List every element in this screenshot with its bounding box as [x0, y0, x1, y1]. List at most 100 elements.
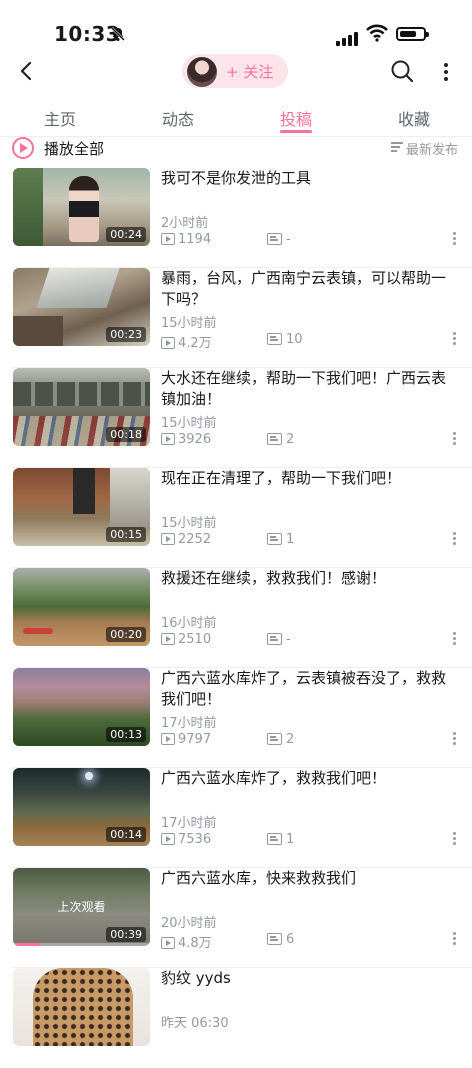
- video-time: 17小时前: [161, 816, 217, 831]
- video-duration: 00:14: [106, 827, 146, 842]
- danmaku-count-value: 2: [286, 432, 295, 447]
- video-time: 昨天 06:30: [161, 1016, 229, 1031]
- play-count: 7536: [161, 832, 211, 848]
- video-thumbnail[interactable]: 00:13: [13, 668, 150, 746]
- wifi-icon: [366, 24, 388, 42]
- video-item[interactable]: 00:20 救援还在继续，救救我们！感谢！ 16小时前 2510 -: [0, 568, 472, 668]
- video-thumbnail[interactable]: 00:14: [13, 768, 150, 846]
- video-duration: 00:18: [106, 427, 146, 442]
- tab-dynamics[interactable]: 动态: [162, 106, 194, 130]
- item-more-icon[interactable]: [451, 432, 457, 448]
- video-title[interactable]: 广西六蓝水库炸了，云表镇被吞没了，救救我们吧！: [161, 668, 455, 710]
- danmaku-count-value: -: [286, 232, 291, 247]
- play-count-icon: [161, 233, 175, 245]
- danmaku-icon: [267, 333, 282, 345]
- danmaku-count-value: 1: [286, 532, 295, 547]
- danmaku-count: 10: [267, 332, 303, 347]
- tab-home[interactable]: 主页: [44, 106, 76, 130]
- danmaku-count: 6: [267, 932, 294, 947]
- play-count-icon: [161, 937, 175, 949]
- video-duration: 00:23: [106, 327, 146, 342]
- video-thumbnail[interactable]: 上次观看 00:39: [13, 868, 150, 946]
- danmaku-icon: [267, 833, 282, 845]
- video-thumbnail[interactable]: 00:23: [13, 268, 150, 346]
- follow-label[interactable]: + 关注: [226, 61, 273, 82]
- play-count: 9797: [161, 732, 211, 748]
- danmaku-icon: [267, 933, 282, 945]
- more-options-icon[interactable]: [436, 60, 456, 84]
- video-title[interactable]: 豹纹 yyds: [161, 968, 455, 989]
- tab-uploads[interactable]: 投稿: [280, 106, 312, 130]
- danmaku-count: -: [267, 632, 291, 647]
- watch-progress-fill: [13, 943, 41, 946]
- play-count-value: 7536: [178, 832, 212, 847]
- danmaku-count: 2: [267, 432, 294, 447]
- video-item[interactable]: 上次观看 00:39 广西六蓝水库，快来救救我们 20小时前 4.8万 6: [0, 868, 472, 968]
- item-more-icon[interactable]: [451, 732, 457, 748]
- play-count-value: 2510: [178, 632, 212, 647]
- danmaku-count-value: 2: [286, 732, 295, 747]
- video-time: 2小时前: [161, 216, 209, 231]
- video-thumbnail[interactable]: 00:24: [13, 168, 150, 246]
- video-item[interactable]: 00:24 我可不是你发泄的工具 2小时前 1194 -: [0, 168, 472, 268]
- video-time: 15小时前: [161, 416, 217, 431]
- danmaku-count-value: -: [286, 632, 291, 647]
- item-more-icon[interactable]: [451, 632, 457, 648]
- video-thumbnail[interactable]: 00:18: [13, 368, 150, 446]
- video-title[interactable]: 广西六蓝水库，快来救救我们: [161, 868, 455, 889]
- video-thumbnail[interactable]: 00:15: [13, 468, 150, 546]
- video-title[interactable]: 我可不是你发泄的工具: [161, 168, 455, 189]
- video-duration: 00:20: [106, 627, 146, 642]
- play-count-value: 1194: [178, 232, 212, 247]
- video-item[interactable]: 00:14 广西六蓝水库炸了，救救我们吧！ 17小时前 7536 1: [0, 768, 472, 868]
- item-more-icon[interactable]: [451, 532, 457, 548]
- battery-icon: [396, 27, 429, 41]
- video-duration: 00:13: [106, 727, 146, 742]
- item-more-icon[interactable]: [451, 832, 457, 848]
- play-all-icon[interactable]: [12, 137, 34, 159]
- last-watched-label: 上次观看: [57, 900, 106, 914]
- danmaku-count-value: 6: [286, 932, 295, 947]
- video-title[interactable]: 暴雨，台风，广西南宁云表镇，可以帮助一下吗？: [161, 268, 455, 310]
- signal-icon: [336, 27, 360, 46]
- video-item[interactable]: 00:18 大水还在继续，帮助一下我们吧！广西云表镇加油！ 15小时前 3926…: [0, 368, 472, 468]
- video-time: 15小时前: [161, 516, 217, 531]
- play-count-value: 9797: [178, 732, 212, 747]
- play-count-value: 4.8万: [178, 936, 212, 951]
- video-item[interactable]: 豹纹 yyds 昨天 06:30: [0, 968, 472, 1068]
- video-item[interactable]: 00:13 广西六蓝水库炸了，云表镇被吞没了，救救我们吧！ 17小时前 9797…: [0, 668, 472, 768]
- sort-icon[interactable]: [391, 142, 403, 152]
- play-count: 4.8万: [161, 932, 212, 951]
- item-more-icon[interactable]: [451, 232, 457, 248]
- danmaku-count-value: 1: [286, 832, 295, 847]
- tab-favorites[interactable]: 收藏: [398, 106, 430, 130]
- play-count-icon: [161, 533, 175, 545]
- video-time: 17小时前: [161, 716, 217, 731]
- search-icon[interactable]: [390, 59, 414, 83]
- video-title[interactable]: 广西六蓝水库炸了，救救我们吧！: [161, 768, 455, 789]
- play-count-icon: [161, 733, 175, 745]
- video-item[interactable]: 00:23 暴雨，台风，广西南宁云表镇，可以帮助一下吗？ 15小时前 4.2万 …: [0, 268, 472, 368]
- item-more-icon[interactable]: [451, 332, 457, 348]
- video-title[interactable]: 现在正在清理了，帮助一下我们吧！: [161, 468, 455, 489]
- danmaku-count: 2: [267, 732, 294, 747]
- avatar[interactable]: [186, 56, 218, 88]
- nav-bar: + 关注: [0, 50, 472, 92]
- danmaku-icon: [267, 633, 282, 645]
- video-item[interactable]: 00:15 现在正在清理了，帮助一下我们吧！ 15小时前 2252 1: [0, 468, 472, 568]
- play-count-icon: [161, 337, 175, 349]
- danmaku-icon: [267, 533, 282, 545]
- video-title[interactable]: 大水还在继续，帮助一下我们吧！广西云表镇加油！: [161, 368, 455, 410]
- video-thumbnail[interactable]: 00:20: [13, 568, 150, 646]
- video-title[interactable]: 救援还在继续，救救我们！感谢！: [161, 568, 455, 589]
- play-all-button[interactable]: 播放全部: [44, 138, 104, 159]
- play-count-icon: [161, 833, 175, 845]
- video-thumbnail[interactable]: [13, 968, 150, 1046]
- back-icon[interactable]: [14, 58, 40, 84]
- danmaku-count-value: 10: [286, 332, 303, 347]
- tab-bar: 主页 动态 投稿 收藏: [0, 96, 472, 137]
- danmaku-icon: [267, 433, 282, 445]
- sort-button[interactable]: 最新发布: [406, 139, 458, 158]
- play-count: 3926: [161, 432, 211, 448]
- item-more-icon[interactable]: [451, 932, 457, 948]
